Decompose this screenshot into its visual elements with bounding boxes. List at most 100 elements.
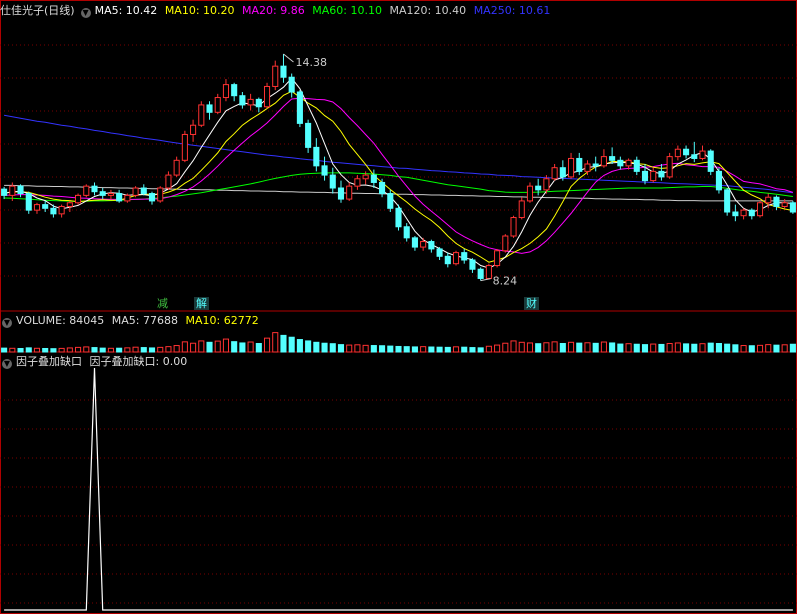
volume-bar: [116, 347, 123, 353]
chevron-down-icon[interactable]: ▼: [80, 8, 91, 18]
legend-vol-ma5: MA5: 77688: [111, 314, 178, 327]
volume-bar: [346, 344, 353, 353]
low-label: 8.24: [493, 275, 517, 288]
candle-up: [173, 159, 180, 176]
indicator-value: 因子叠加缺口: 0.00: [89, 355, 188, 368]
candle-down: [576, 157, 583, 172]
volume-bar: [66, 347, 73, 353]
candle-down: [140, 187, 147, 195]
candle-up: [222, 84, 230, 99]
ma-line-ma60: [4, 172, 793, 202]
candle-up: [650, 170, 657, 182]
candle-up: [58, 205, 65, 215]
volume-bar: [132, 346, 139, 353]
candle-down: [288, 76, 295, 93]
main-legend: 仕佳光子(日线) ▼ MA5: 10.42 MA10: 10.20 MA20: 9.…: [0, 4, 554, 18]
candle-up: [190, 124, 197, 135]
volume-bar: [206, 341, 213, 353]
legend-ma60: MA60: 10.10: [312, 4, 382, 17]
candle-up: [666, 156, 673, 178]
legend-ma120: MA120: 10.40: [389, 4, 467, 17]
candle-up: [674, 148, 681, 158]
volume-bar: [650, 343, 657, 353]
candle-up: [518, 200, 525, 219]
candle-down: [370, 174, 377, 183]
volume-bar: [699, 343, 706, 353]
volume-bar: [337, 344, 345, 353]
volume-bar: [25, 347, 32, 353]
legend-ma20: MA20: 9.86: [242, 4, 305, 17]
volume-bar: [50, 348, 57, 353]
candle-down: [395, 207, 402, 228]
volume-bar: [17, 347, 24, 353]
candle-up: [181, 133, 188, 161]
candle-up: [781, 202, 788, 207]
candle-down: [748, 209, 755, 217]
legend-ma250: MA250: 10.61: [473, 4, 551, 17]
volume-bar: [198, 340, 205, 353]
candle-down: [255, 98, 262, 108]
volume-bar: [313, 341, 320, 353]
candle-down: [617, 159, 624, 167]
volume-bar: [633, 343, 640, 353]
candle-down: [789, 202, 796, 213]
legend-ma10: MA10: 10.20: [164, 4, 235, 17]
candle-down: [773, 196, 780, 207]
candle-up: [699, 150, 706, 159]
candle-down: [691, 154, 698, 159]
volume-bar: [58, 347, 65, 353]
candle-down: [206, 104, 213, 113]
volume-bar: [296, 339, 303, 353]
volume-bar: [535, 343, 542, 353]
candle-down: [313, 146, 320, 167]
candle-down: [17, 185, 24, 195]
candle-down: [25, 193, 32, 211]
candle-down: [469, 259, 476, 270]
volume-bar: [288, 336, 295, 353]
candle-down: [387, 193, 394, 209]
chevron-down-icon[interactable]: ▼: [2, 359, 12, 369]
volume-bar: [83, 346, 90, 353]
volume-bar: [329, 343, 336, 353]
volume-bar: [444, 346, 451, 353]
candle-up: [756, 202, 764, 217]
volume-bar: [239, 342, 246, 353]
candle-up: [600, 156, 607, 167]
volume-bar: [148, 347, 156, 353]
volume-bar: [625, 343, 632, 353]
volume-bar: [617, 343, 624, 353]
volume-bar: [641, 344, 649, 353]
volume-bar: [362, 344, 369, 353]
volume-bar: [526, 342, 534, 353]
chart-canvas[interactable]: 14.38 8.24: [0, 0, 797, 614]
chart-frame: [0, 0, 797, 614]
volume-bar: [518, 341, 525, 353]
high-label: 14.38: [295, 56, 327, 69]
volume-bar: [280, 334, 287, 353]
volume-bar: [748, 345, 755, 353]
candle-up: [625, 159, 632, 167]
candle-down: [444, 255, 451, 265]
candle-up: [263, 85, 271, 108]
marker-cai[interactable]: 财: [524, 297, 539, 310]
legend-volume: VOLUME: 84045: [16, 314, 105, 327]
volume-bar: [469, 347, 476, 353]
chevron-down-icon[interactable]: ▼: [2, 318, 12, 328]
candle-down: [321, 165, 328, 176]
volume-bar: [707, 342, 714, 353]
low-pointer: [480, 278, 491, 282]
volume-bar: [33, 347, 41, 353]
candle-down: [715, 170, 722, 191]
volume-bar: [379, 345, 386, 353]
candle-down: [1, 188, 8, 196]
stock-title: 仕佳光子(日线): [0, 4, 75, 17]
volume-bar: [222, 338, 230, 353]
marker-jie[interactable]: 解: [194, 297, 209, 310]
marker-jian[interactable]: 减: [155, 297, 170, 310]
candle-down: [436, 248, 443, 257]
candle-down: [305, 122, 312, 148]
volume-bar: [190, 342, 197, 353]
ma-line-ma250: [4, 114, 793, 194]
candle-up: [66, 202, 73, 207]
candle-down: [50, 207, 57, 215]
